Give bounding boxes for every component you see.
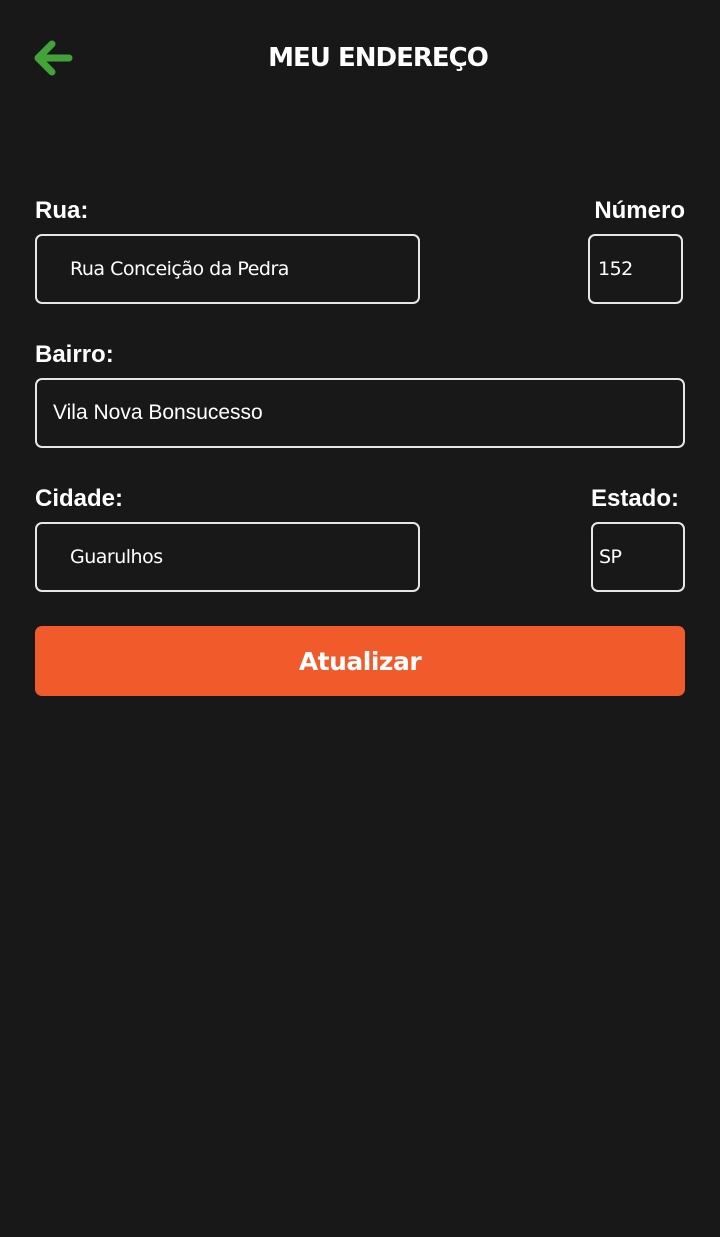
number-label: Número: [594, 197, 685, 224]
page-title: MEU ENDEREÇO: [268, 43, 489, 73]
city-label: Cidade:: [35, 485, 124, 512]
city-input[interactable]: [35, 522, 420, 592]
street-input[interactable]: [35, 234, 420, 304]
number-input[interactable]: [588, 234, 683, 304]
update-button[interactable]: Atualizar: [35, 626, 685, 696]
neighborhood-label: Bairro:: [35, 341, 114, 368]
neighborhood-input[interactable]: [35, 378, 685, 448]
street-label: Rua:: [35, 197, 89, 224]
state-input[interactable]: [591, 522, 685, 592]
state-label: Estado:: [590, 485, 679, 512]
